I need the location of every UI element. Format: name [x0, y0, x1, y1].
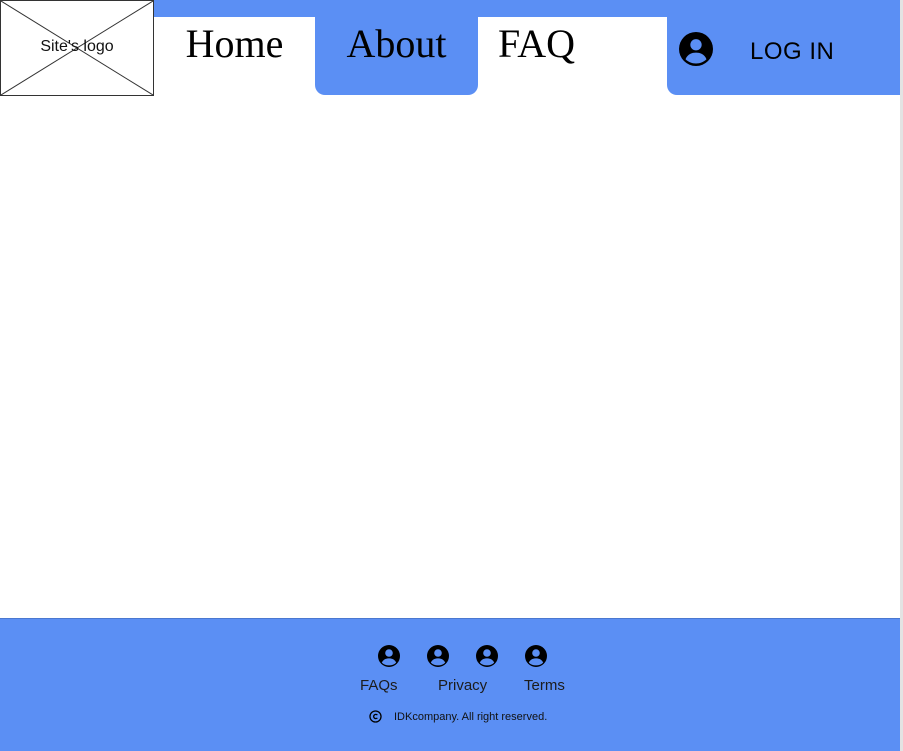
- nav-tab-home[interactable]: Home: [154, 17, 315, 95]
- page: Site's logo Home About FAQ LOG IN FAQs P…: [0, 0, 903, 751]
- footer-link-terms[interactable]: Terms: [524, 677, 565, 694]
- footer: FAQs Privacy Terms IDKcompany. All right…: [0, 618, 900, 751]
- login-label: LOG IN: [750, 38, 835, 65]
- account-circle-icon[interactable]: [377, 644, 401, 668]
- copyright-icon: [369, 710, 382, 723]
- site-logo-placeholder[interactable]: Site's logo: [0, 0, 154, 96]
- account-circle-icon[interactable]: [524, 644, 548, 668]
- login-button[interactable]: LOG IN: [667, 0, 900, 95]
- nav-tab-about-label: About: [346, 21, 447, 66]
- nav-top-strip: [154, 0, 667, 17]
- account-circle-icon: [679, 32, 713, 66]
- account-circle-icon[interactable]: [475, 644, 499, 668]
- copyright-text: IDKcompany. All right reserved.: [394, 711, 548, 723]
- main-content-area: [0, 96, 900, 618]
- logo-label: Site's logo: [40, 38, 114, 55]
- nav-tab-home-label: Home: [185, 21, 284, 66]
- nav-tab-faq-label: FAQ: [497, 21, 576, 66]
- footer-link-privacy[interactable]: Privacy: [438, 677, 487, 694]
- account-circle-icon[interactable]: [426, 644, 450, 668]
- nav-tab-faq[interactable]: FAQ: [478, 17, 595, 95]
- nav-tab-about[interactable]: About: [315, 17, 478, 95]
- footer-link-faqs[interactable]: FAQs: [360, 677, 398, 694]
